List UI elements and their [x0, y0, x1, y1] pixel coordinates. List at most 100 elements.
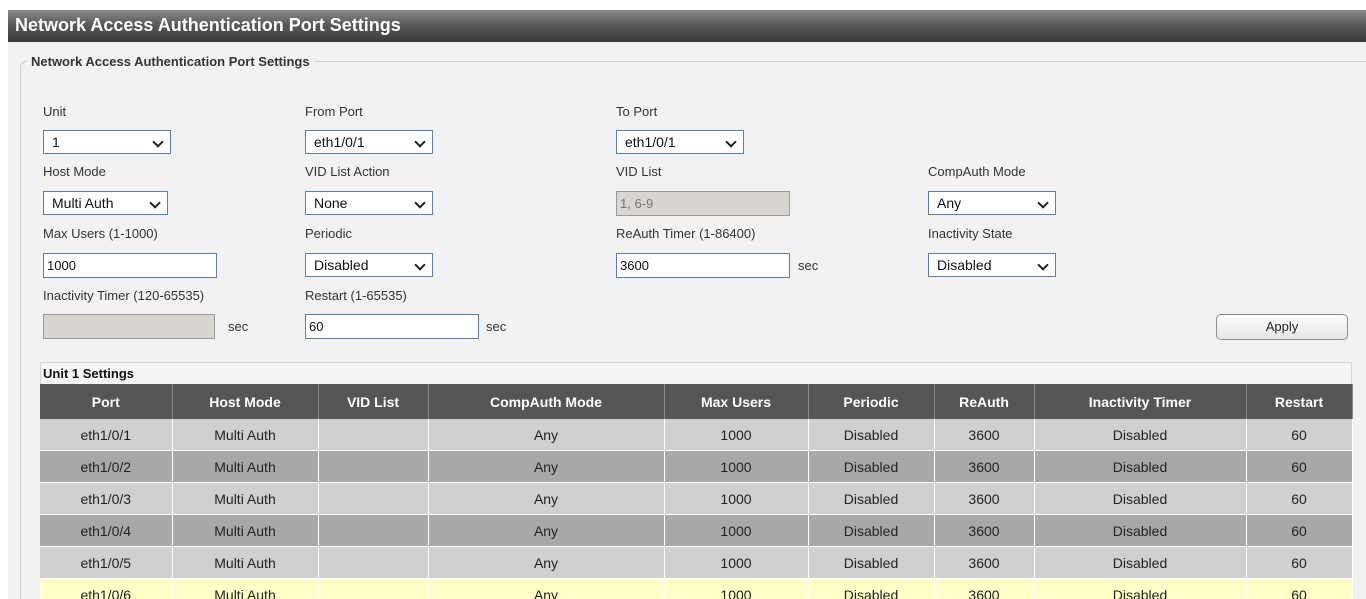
- inactivity-state-label: Inactivity State: [928, 226, 1013, 241]
- cell-vid-list: [318, 546, 429, 579]
- cell-max-users: 1000: [664, 482, 809, 515]
- vid-list-label: VID List: [616, 164, 662, 179]
- cell-compauth-mode: Any: [428, 450, 665, 483]
- cell-periodic: Disabled: [808, 514, 935, 547]
- cell-periodic: Disabled: [808, 546, 935, 579]
- chevron-down-icon: [1037, 259, 1049, 271]
- cell-vid-list: [318, 514, 429, 547]
- periodic-select-value: Disabled: [314, 257, 369, 273]
- page-title: Network Access Authentication Port Setti…: [8, 10, 1366, 42]
- col-header-periodic: Periodic: [808, 384, 935, 419]
- cell-reauth: 3600: [934, 546, 1035, 579]
- cell-port: eth1/0/4: [40, 514, 173, 547]
- cell-periodic: Disabled: [808, 419, 935, 451]
- vid-list-action-label: VID List Action: [305, 164, 390, 179]
- cell-restart: 60: [1246, 514, 1353, 547]
- compauth-mode-select[interactable]: Any: [928, 191, 1056, 215]
- restart-unit: sec: [486, 319, 507, 334]
- table-row-highlighted[interactable]: eth1/0/6 Multi Auth Any 1000 Disabled 36…: [40, 578, 1353, 599]
- cell-restart: 60: [1246, 419, 1353, 451]
- col-header-port: Port: [40, 384, 173, 419]
- table-row[interactable]: eth1/0/1 Multi Auth Any 1000 Disabled 36…: [40, 419, 1353, 451]
- cell-port: eth1/0/3: [40, 482, 173, 515]
- col-header-max-users: Max Users: [664, 384, 809, 419]
- cell-restart: 60: [1246, 578, 1353, 599]
- max-users-label: Max Users (1-1000): [43, 226, 158, 241]
- cell-compauth-mode: Any: [428, 578, 665, 599]
- col-header-reauth: ReAuth: [934, 384, 1035, 419]
- table-row[interactable]: eth1/0/4 Multi Auth Any 1000 Disabled 36…: [40, 514, 1353, 547]
- cell-host-mode: Multi Auth: [172, 514, 319, 547]
- table-caption: Unit 1 Settings: [40, 362, 1352, 384]
- cell-max-users: 1000: [664, 450, 809, 483]
- cell-port: eth1/0/5: [40, 546, 173, 579]
- cell-vid-list: [318, 482, 429, 515]
- cell-reauth: 3600: [934, 482, 1035, 515]
- inactivity-timer-input[interactable]: [43, 314, 215, 339]
- vid-list-input[interactable]: [616, 191, 790, 216]
- unit-settings-table: Port Host Mode VID List CompAuth Mode Ma…: [40, 384, 1353, 599]
- cell-host-mode: Multi Auth: [172, 450, 319, 483]
- cell-periodic: Disabled: [808, 578, 935, 599]
- cell-compauth-mode: Any: [428, 482, 665, 515]
- restart-label: Restart (1-65535): [305, 288, 407, 303]
- inactivity-timer-unit: sec: [228, 319, 249, 334]
- apply-button[interactable]: Apply: [1216, 314, 1348, 340]
- cell-restart: 60: [1246, 482, 1353, 515]
- col-header-vid-list: VID List: [318, 384, 429, 419]
- cell-periodic: Disabled: [808, 450, 935, 483]
- from-port-label: From Port: [305, 104, 363, 119]
- chevron-down-icon: [414, 259, 426, 271]
- section-legend: Network Access Authentication Port Setti…: [31, 54, 310, 69]
- cell-reauth: 3600: [934, 450, 1035, 483]
- compauth-mode-select-value: Any: [937, 195, 962, 211]
- table-row[interactable]: eth1/0/5 Multi Auth Any 1000 Disabled 36…: [40, 546, 1353, 579]
- cell-vid-list: [318, 419, 429, 451]
- col-header-inactivity-timer: Inactivity Timer: [1034, 384, 1247, 419]
- to-port-select[interactable]: eth1/0/1: [616, 130, 744, 154]
- cell-inactivity-timer: Disabled: [1034, 450, 1247, 483]
- reauth-timer-label: ReAuth Timer (1-86400): [616, 226, 756, 241]
- from-port-select-value: eth1/0/1: [314, 134, 365, 150]
- unit-select[interactable]: 1: [43, 130, 171, 154]
- cell-vid-list: [318, 578, 429, 599]
- periodic-select[interactable]: Disabled: [305, 253, 433, 277]
- reauth-timer-input[interactable]: [616, 253, 790, 278]
- chevron-down-icon: [152, 136, 164, 148]
- cell-reauth: 3600: [934, 578, 1035, 599]
- cell-port: eth1/0/2: [40, 450, 173, 483]
- restart-input[interactable]: [305, 314, 479, 339]
- table-row[interactable]: eth1/0/2 Multi Auth Any 1000 Disabled 36…: [40, 450, 1353, 483]
- chevron-down-icon: [414, 136, 426, 148]
- cell-max-users: 1000: [664, 546, 809, 579]
- cell-max-users: 1000: [664, 514, 809, 547]
- periodic-label: Periodic: [305, 226, 352, 241]
- chevron-down-icon: [414, 197, 426, 209]
- inactivity-state-select-value: Disabled: [937, 257, 992, 273]
- chevron-down-icon: [1037, 197, 1049, 209]
- col-header-compauth-mode: CompAuth Mode: [428, 384, 665, 419]
- reauth-timer-unit: sec: [798, 258, 819, 273]
- table-row[interactable]: eth1/0/3 Multi Auth Any 1000 Disabled 36…: [40, 482, 1353, 515]
- table-body: eth1/0/1 Multi Auth Any 1000 Disabled 36…: [40, 419, 1353, 599]
- cell-host-mode: Multi Auth: [172, 419, 319, 451]
- col-header-host-mode: Host Mode: [172, 384, 319, 419]
- cell-host-mode: Multi Auth: [172, 482, 319, 515]
- inactivity-state-select[interactable]: Disabled: [928, 253, 1056, 277]
- cell-compauth-mode: Any: [428, 419, 665, 451]
- chevron-down-icon: [149, 197, 161, 209]
- cell-host-mode: Multi Auth: [172, 578, 319, 599]
- to-port-label: To Port: [616, 104, 658, 119]
- col-header-restart: Restart: [1246, 384, 1353, 419]
- cell-max-users: 1000: [664, 578, 809, 599]
- max-users-input[interactable]: [43, 253, 217, 278]
- cell-host-mode: Multi Auth: [172, 546, 319, 579]
- cell-inactivity-timer: Disabled: [1034, 546, 1247, 579]
- from-port-select[interactable]: eth1/0/1: [305, 130, 433, 154]
- host-mode-select[interactable]: Multi Auth: [43, 191, 168, 215]
- unit-select-value: 1: [52, 134, 60, 150]
- vid-list-action-select[interactable]: None: [305, 191, 433, 215]
- unit-settings-table-wrap: Unit 1 Settings Port Host Mode VID List …: [40, 362, 1353, 599]
- cell-compauth-mode: Any: [428, 514, 665, 547]
- chevron-down-icon: [725, 136, 737, 148]
